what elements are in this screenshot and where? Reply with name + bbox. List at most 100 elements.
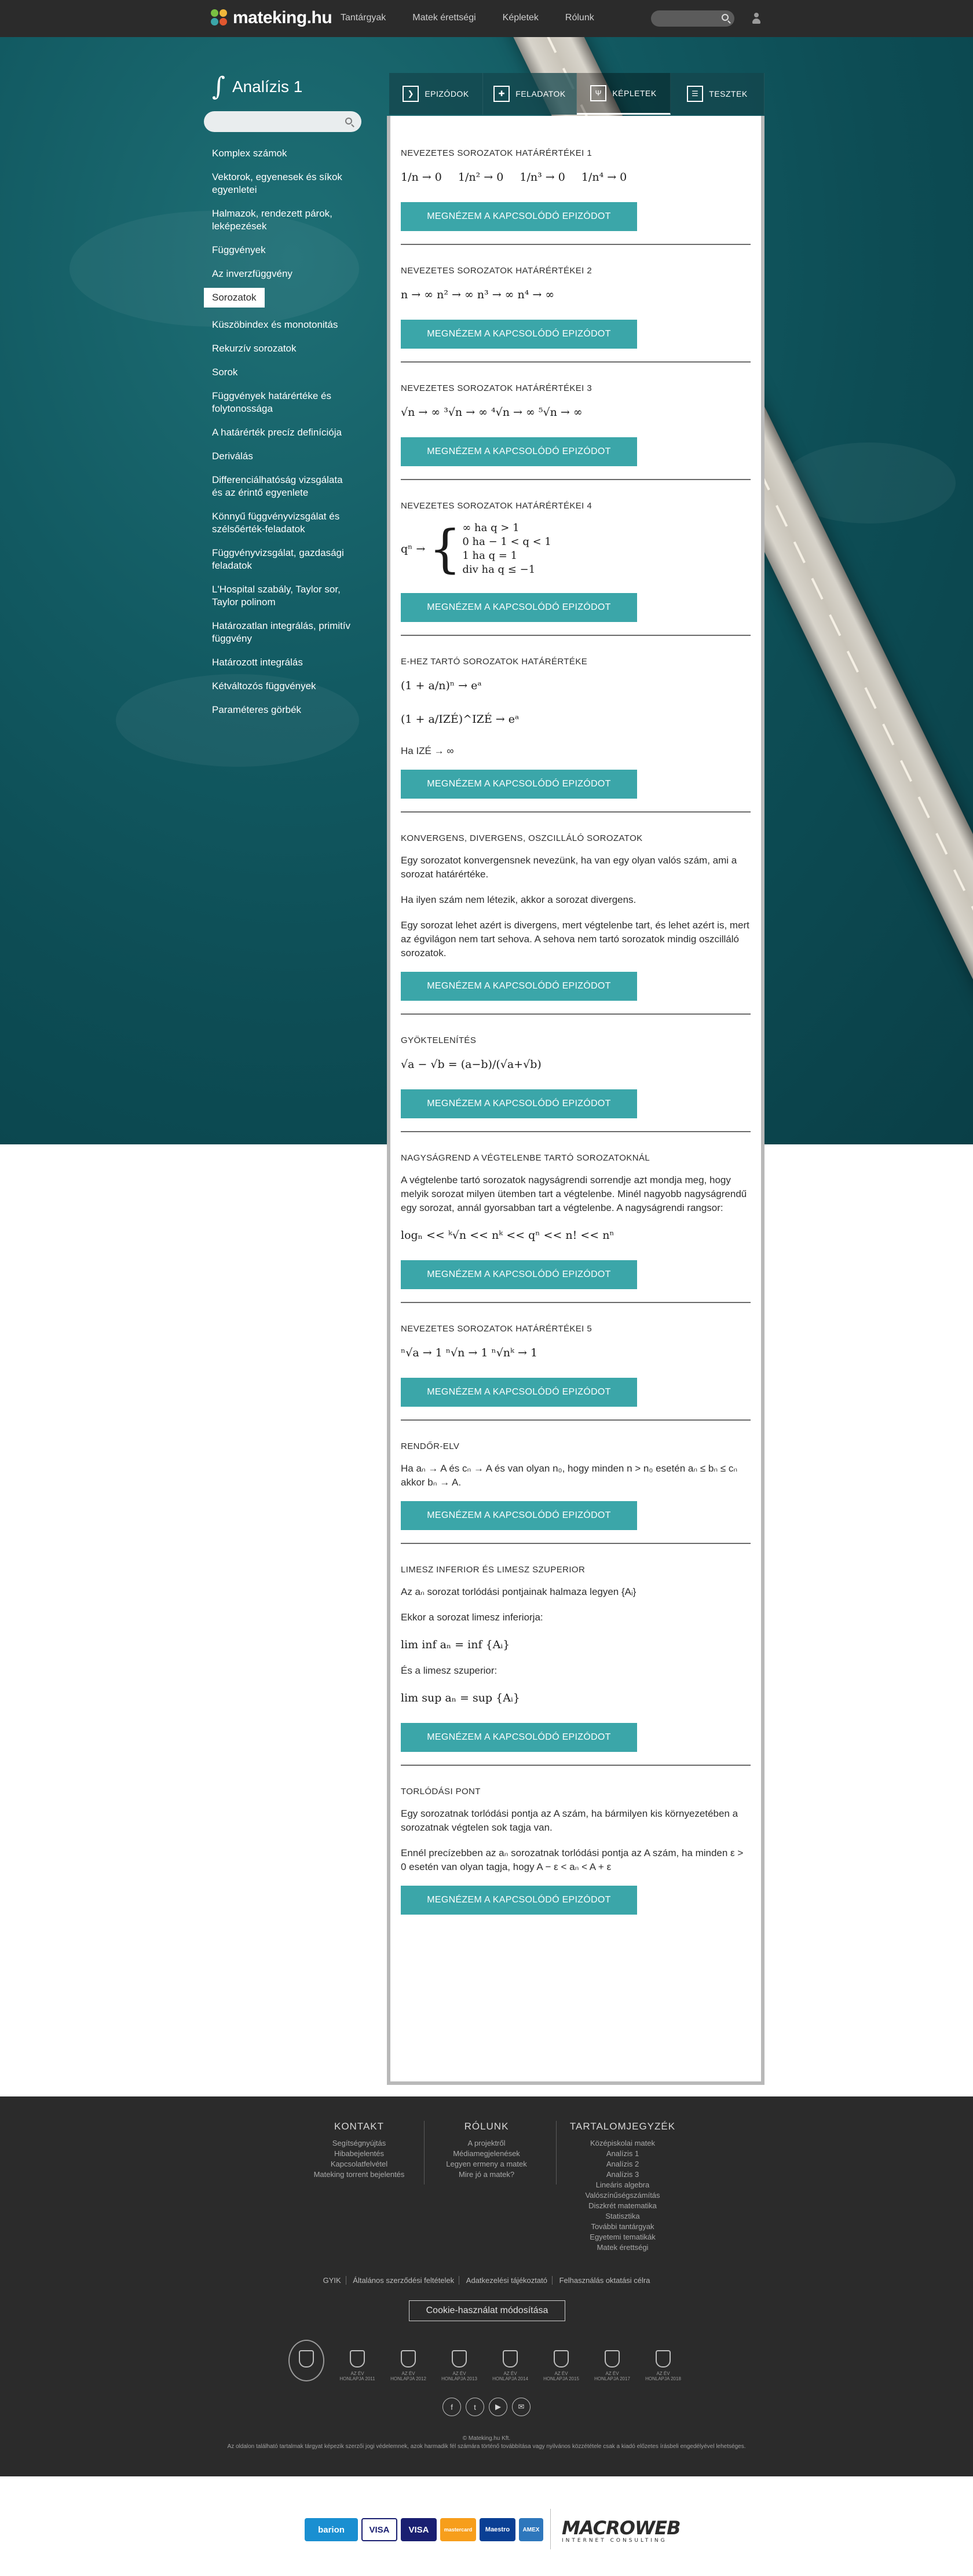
formula: qⁿ → { ∞ ha q > 1 0 ha − 1 < q < 1 1 ha …	[401, 521, 751, 577]
paragraph: Egy sorozatnak torlódási pontja az A szá…	[401, 1808, 738, 1833]
tab-bar: ❯ EPIZÓDOK ✚ FELADATOK Ψ KÉPLETEK ☰ TESZ…	[389, 73, 765, 115]
footer-link[interactable]: Középiskolai matek	[565, 2138, 681, 2149]
award-badge-icon: AZ ÉV HONLAPJA 2011	[339, 2340, 375, 2381]
search-input[interactable]	[651, 10, 734, 27]
sidebar-item[interactable]: Komplex számok	[204, 144, 361, 167]
nav-link-matek-erettsegi[interactable]: Matek érettségi	[412, 13, 475, 23]
facebook-icon[interactable]: f	[442, 2398, 461, 2416]
sidebar-item[interactable]: L'Hospital szabály, Taylor sor, Taylor p…	[204, 580, 361, 616]
footer-link-gyik[interactable]: GYIK	[318, 2276, 346, 2285]
twitter-icon[interactable]: t	[466, 2398, 484, 2416]
related-episode-button[interactable]: MEGNÉZEM A KAPCSOLÓDÓ EPIZÓDOT	[401, 1378, 637, 1407]
related-episode-button[interactable]: MEGNÉZEM A KAPCSOLÓDÓ EPIZÓDOT	[401, 1260, 637, 1289]
footer-link[interactable]: Mire jó a matek?	[434, 2169, 539, 2180]
sidebar-item[interactable]: Paraméteres görbék	[204, 700, 361, 724]
search-icon[interactable]	[722, 14, 729, 21]
sidebar-item[interactable]: Függvények	[204, 240, 361, 264]
footer-link[interactable]: Analízis 1	[565, 2149, 681, 2159]
footer-link[interactable]: Matek érettségi	[565, 2242, 681, 2253]
trophy-icon	[401, 2350, 416, 2368]
section-title: Nagyságrend a végtelenbe tartó sorozatok…	[401, 1153, 650, 1163]
sidebar-item[interactable]: Határozott integrálás	[204, 653, 361, 676]
case-row: div ha q ≤ −1	[462, 564, 536, 576]
sidebar-search-input[interactable]	[204, 111, 361, 132]
award-label: AZ ÉV HONLAPJA 2012	[390, 2371, 426, 2381]
formula-term: 1/n² → 0	[458, 171, 504, 184]
related-episode-button[interactable]: MEGNÉZEM A KAPCSOLÓDÓ EPIZÓDOT	[401, 1501, 637, 1530]
formula-section: Torlódási pont Egy sorozatnak torlódási …	[401, 1787, 751, 1927]
maestro-logo-icon: Maestro	[480, 2518, 515, 2541]
footer-link[interactable]: Analízis 3	[565, 2169, 681, 2180]
footer-link[interactable]: Hibabejelentés	[313, 2149, 405, 2159]
sidebar-item[interactable]: Rekurzív sorozatok	[204, 339, 361, 363]
footer-link[interactable]: Médiamegjelenések	[434, 2149, 539, 2159]
related-episode-button[interactable]: MEGNÉZEM A KAPCSOLÓDÓ EPIZÓDOT	[401, 202, 637, 231]
logo-text: mateking.hu	[233, 8, 332, 27]
cookie-settings-button[interactable]: Cookie-használat módosítása	[409, 2300, 565, 2321]
footer-link-oktatasi-cel[interactable]: Felhasználás oktatási célra	[555, 2276, 655, 2285]
sidebar-item[interactable]: Sorozatok	[204, 288, 265, 308]
footer-link[interactable]: A projektről	[434, 2138, 539, 2149]
related-episode-button[interactable]: MEGNÉZEM A KAPCSOLÓDÓ EPIZÓDOT	[401, 1886, 637, 1915]
footer-link[interactable]: Valószínűségszámítás	[565, 2190, 681, 2201]
footer-link[interactable]: Statisztika	[565, 2211, 681, 2222]
footer-link-adatkezeles[interactable]: Adatkezelési tájékoztató	[461, 2276, 553, 2285]
related-episode-button[interactable]: MEGNÉZEM A KAPCSOLÓDÓ EPIZÓDOT	[401, 770, 637, 799]
sidebar-item[interactable]: Határozatlan integrálás, primitív függvé…	[204, 616, 361, 653]
payment-cards: barion VISA VISA mastercard Maestro AMEX	[305, 2518, 543, 2541]
related-episode-button[interactable]: MEGNÉZEM A KAPCSOLÓDÓ EPIZÓDOT	[401, 320, 637, 349]
paragraph: És a limesz szuperior:	[401, 1665, 498, 1676]
footer-link[interactable]: Kapcsolatfelvétel	[313, 2159, 405, 2169]
paragraph: Ha aₙ → A és cₙ → A és van olyan n₀, hog…	[401, 1463, 738, 1488]
sidebar-item[interactable]: Küszöbindex és monotonitás	[204, 315, 361, 339]
footer-link[interactable]: Egyetemi tematikák	[565, 2232, 681, 2242]
payment-divider	[550, 2509, 551, 2549]
sidebar-item[interactable]: Függvényvizsgálat, gazdasági feladatok	[204, 543, 361, 580]
nav-link-kepletek[interactable]: Képletek	[503, 13, 539, 23]
footer-link[interactable]: Diszkrét matematika	[565, 2201, 681, 2211]
sidebar-item[interactable]: Halmazok, rendezett párok, leképezések	[204, 204, 361, 240]
puzzle-icon: ✚	[493, 86, 510, 102]
search-icon[interactable]	[345, 118, 352, 125]
related-episode-button[interactable]: MEGNÉZEM A KAPCSOLÓDÓ EPIZÓDOT	[401, 972, 637, 1001]
youtube-icon[interactable]: ▶	[489, 2398, 507, 2416]
sidebar-item[interactable]: Az inverzfüggvény	[204, 264, 361, 288]
footer-link[interactable]: Analízis 2	[565, 2159, 681, 2169]
sidebar-item[interactable]: Kétváltozós függvények	[204, 676, 361, 700]
section-title: Nevezetes sorozatok határértékei 2	[401, 266, 592, 276]
section-title: Nevezetes sorozatok határértékei 1	[401, 148, 592, 158]
footer-col-title: TARTALOMJEGYZÉK	[569, 2121, 676, 2132]
sidebar-item[interactable]: Függvények határértéke és folytonossága	[204, 386, 361, 423]
footer-link[interactable]: Segítségnyújtás	[313, 2138, 405, 2149]
legal-notice: Az oldalon található tartalmak tárgyat k…	[227, 2443, 746, 2450]
logo[interactable]: mateking.hu	[211, 8, 332, 28]
nav-link-tantargyak[interactable]: Tantárgyak	[341, 13, 386, 23]
tab-label: KÉPLETEK	[612, 88, 657, 98]
sidebar-item[interactable]: Vektorok, egyenesek és síkok egyenletei	[204, 167, 361, 204]
nav-link-rolunk[interactable]: Rólunk	[565, 13, 594, 23]
footer-link[interactable]: Lineáris algebra	[565, 2180, 681, 2190]
sidebar-item[interactable]: Sorok	[204, 363, 361, 386]
sidebar-item[interactable]: Differenciálhatóság vizsgálata és az éri…	[204, 470, 361, 507]
footer-link[interactable]: Mateking torrent bejelentés	[313, 2169, 405, 2180]
sidebar-item[interactable]: Könnyű függvényvizsgálat és szélsőérték-…	[204, 507, 361, 543]
footer-link[interactable]: Legyen ermeny a matek	[434, 2159, 539, 2169]
tab-tesztek[interactable]: ☰ TESZTEK	[671, 73, 765, 115]
macroweb-logo[interactable]: MACROWEB INTERNET CONSULTING	[562, 2517, 681, 2544]
tab-kepletek[interactable]: Ψ KÉPLETEK	[577, 73, 671, 115]
user-icon[interactable]	[752, 13, 761, 24]
related-episode-button[interactable]: MEGNÉZEM A KAPCSOLÓDÓ EPIZÓDOT	[401, 1089, 637, 1118]
formula: lim sup aₙ = sup {Aᵢ}	[401, 1692, 520, 1704]
tab-epizodok[interactable]: ❯ EPIZÓDOK	[389, 73, 483, 115]
footer-link-aszf[interactable]: Általános szerződési feltételek	[348, 2276, 460, 2285]
tab-feladatok[interactable]: ✚ FELADATOK	[483, 73, 577, 115]
sidebar-item[interactable]: Deriválás	[204, 447, 361, 470]
related-episode-button[interactable]: MEGNÉZEM A KAPCSOLÓDÓ EPIZÓDOT	[401, 593, 637, 622]
related-episode-button[interactable]: MEGNÉZEM A KAPCSOLÓDÓ EPIZÓDOT	[401, 1723, 637, 1752]
related-episode-button[interactable]: MEGNÉZEM A KAPCSOLÓDÓ EPIZÓDOT	[401, 437, 637, 466]
sidebar-item[interactable]: A határérték precíz definíciója	[204, 423, 361, 447]
case-row: ∞ ha q > 1	[462, 522, 520, 534]
mail-icon[interactable]: ✉	[512, 2398, 531, 2416]
formula: (1 + a/IZÉ)^IZÉ → eᵃ	[401, 713, 520, 726]
footer-link[interactable]: További tantárgyak	[565, 2222, 681, 2232]
